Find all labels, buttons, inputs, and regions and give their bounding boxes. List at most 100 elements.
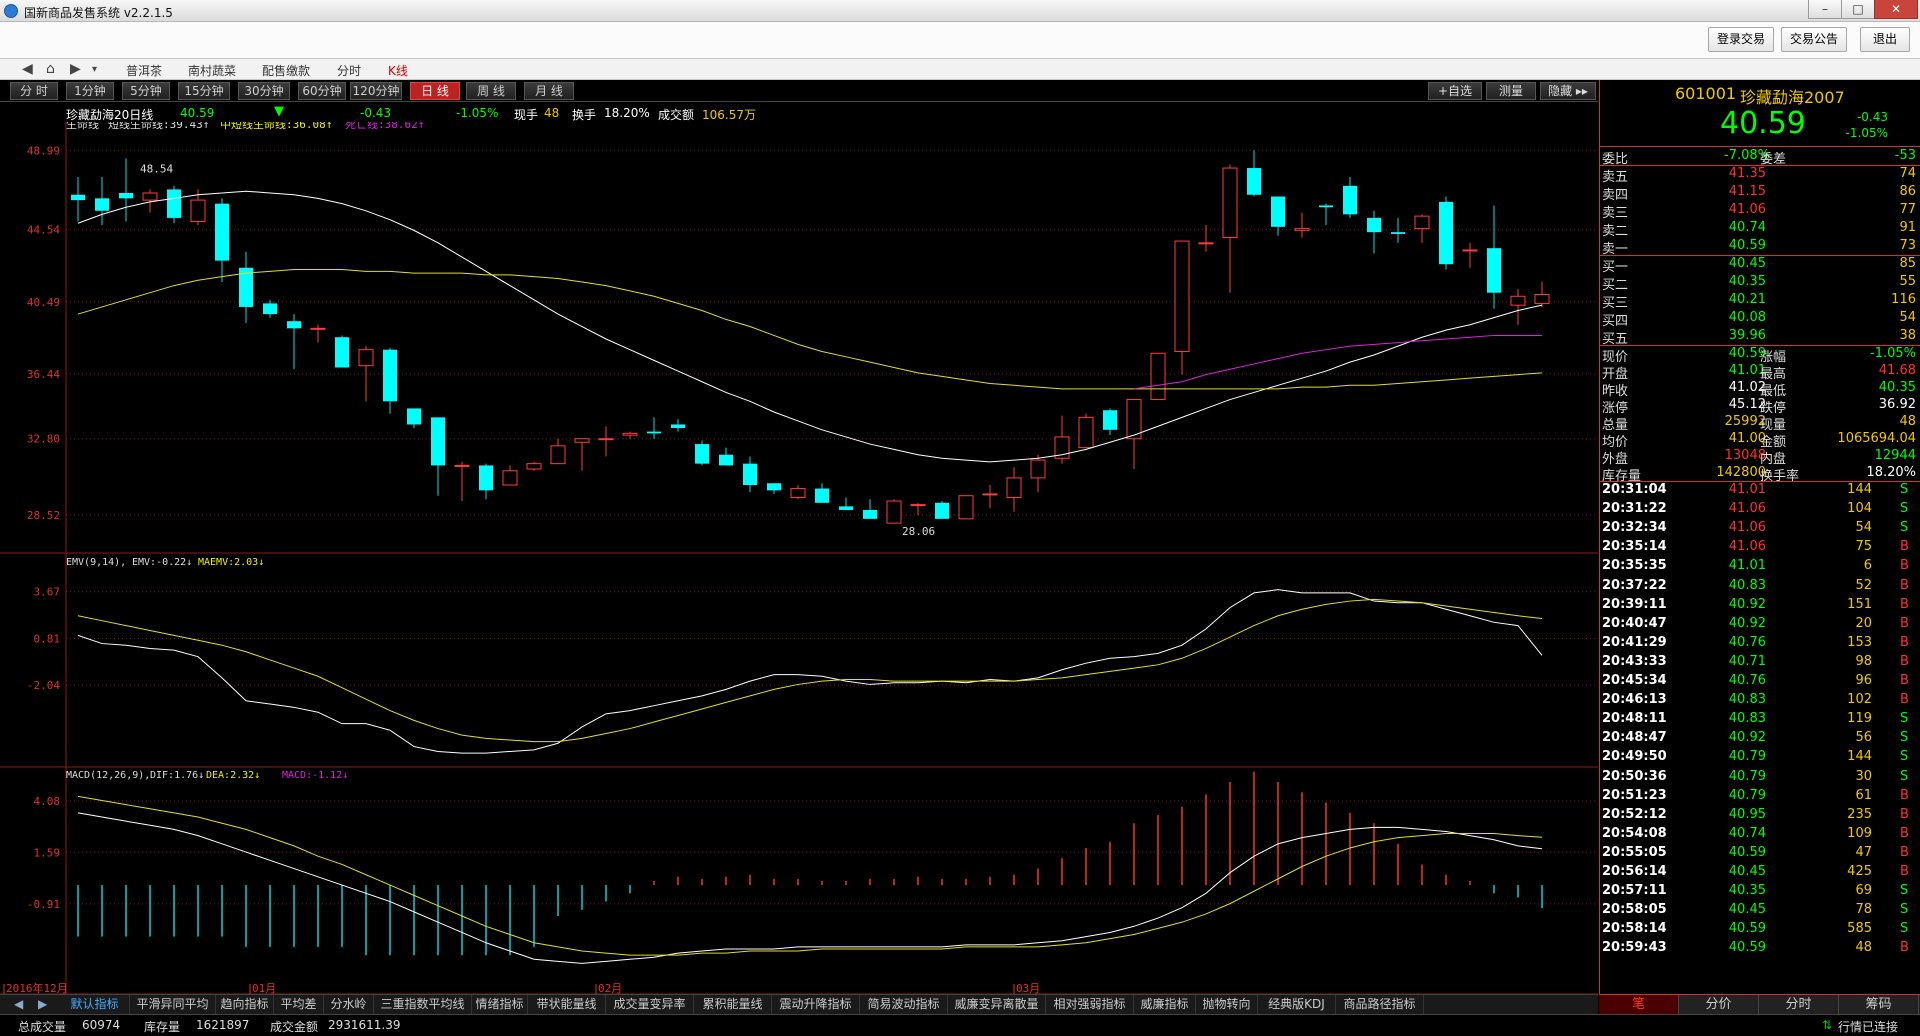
stat-value: 41.68 bbox=[1878, 363, 1916, 378]
bid-price: 40.45 bbox=[1728, 256, 1766, 271]
ask-label: 卖三 bbox=[1602, 206, 1629, 221]
candle-body bbox=[743, 463, 757, 486]
home-icon[interactable]: ⌂ bbox=[46, 61, 55, 77]
tick-price: 40.76 bbox=[1728, 634, 1766, 650]
tab-ticks[interactable]: 笔 bbox=[1599, 995, 1679, 1015]
indicator-tab[interactable]: 相对强弱指标 bbox=[1046, 995, 1134, 1015]
candle-body bbox=[1078, 416, 1094, 449]
tick-time: 20:40:47 bbox=[1602, 615, 1667, 631]
period-timeshare[interactable]: 分 时 bbox=[10, 82, 58, 100]
tick-price: 40.59 bbox=[1728, 921, 1766, 937]
tab-chips[interactable]: 筹码 bbox=[1839, 995, 1919, 1015]
candle-body bbox=[335, 337, 349, 368]
kline-chart-svg[interactable]: 生命线 短线生命线:39.43↑ 中短线生命线:36.08↑ 死亡线:38.62↑ EM… bbox=[0, 122, 1598, 1012]
info-amount-label: 成交额 bbox=[658, 108, 695, 122]
tick-price: 40.79 bbox=[1728, 768, 1766, 784]
period-30min[interactable]: 30分钟 bbox=[238, 82, 290, 100]
period-120min[interactable]: 120分钟 bbox=[350, 82, 402, 100]
indicator-tab[interactable]: 商品路径指标 bbox=[1336, 995, 1424, 1015]
minimize-button[interactable]: – bbox=[1808, 0, 1842, 19]
back-arrow-icon[interactable]: ◀ bbox=[22, 61, 33, 77]
candle-body bbox=[142, 192, 158, 201]
indicator-tab[interactable]: 震动升降指标 bbox=[772, 995, 860, 1015]
nav-tab-vegetables[interactable]: 南村蔬菜 bbox=[188, 62, 236, 79]
tick-vol: 78 bbox=[1855, 902, 1872, 918]
indicator-tab[interactable]: 成交量变异率 bbox=[606, 995, 694, 1015]
candle-body bbox=[1487, 248, 1501, 293]
tick-time: 20:32:34 bbox=[1602, 520, 1667, 536]
forward-arrow-icon[interactable]: ▶ bbox=[70, 61, 81, 77]
tick-row: 20:55:05 40.59 47 B bbox=[1600, 845, 1920, 861]
hide-panel-button[interactable]: 隐藏 ▸▸ bbox=[1540, 82, 1596, 100]
indicator-tab[interactable]: 带状能量线 bbox=[528, 995, 606, 1015]
indicator-tab[interactable]: 默认指标 bbox=[60, 995, 130, 1015]
scroll-left-icon[interactable]: ◀ bbox=[14, 997, 23, 1011]
candle-body bbox=[574, 438, 590, 443]
ask-row: 卖四 41.15 86 bbox=[1600, 184, 1920, 203]
info-price: 40.59 bbox=[180, 106, 215, 120]
indicator-tab[interactable]: 分水岭 bbox=[324, 995, 374, 1015]
tick-vol: 56 bbox=[1855, 730, 1872, 746]
period-60min[interactable]: 60分钟 bbox=[298, 82, 346, 100]
tab-price-dist[interactable]: 分价 bbox=[1679, 995, 1759, 1015]
close-button[interactable]: ✕ bbox=[1874, 0, 1918, 19]
scroll-right-icon[interactable]: ▶ bbox=[38, 997, 47, 1011]
tick-time: 20:39:11 bbox=[1602, 596, 1667, 612]
login-trade-button[interactable]: 登录交易 bbox=[1708, 27, 1775, 52]
indicator-tab[interactable]: 威廉指标 bbox=[1134, 995, 1196, 1015]
period-15min[interactable]: 15分钟 bbox=[178, 82, 230, 100]
nav-tab-allotment[interactable]: 配售缴款 bbox=[262, 62, 310, 79]
nav-tab-kline[interactable]: K线 bbox=[388, 62, 408, 79]
period-daily[interactable]: 日 线 bbox=[410, 82, 460, 100]
indicator-tab[interactable]: 抛物转向 bbox=[1196, 995, 1258, 1015]
stat-value: 12944 bbox=[1874, 448, 1916, 463]
indicator-tab[interactable]: 三重指数平均线 bbox=[374, 995, 472, 1015]
maximize-button[interactable]: □ bbox=[1841, 0, 1875, 19]
total-vol-label: 总成交量 bbox=[18, 1020, 67, 1034]
bid-vol: 116 bbox=[1891, 292, 1916, 307]
tick-time: 20:52:12 bbox=[1602, 806, 1667, 822]
tick-row: 20:51:23 40.79 61 B bbox=[1600, 788, 1920, 804]
indicator-tab[interactable]: 简易波动指标 bbox=[860, 995, 948, 1015]
y-tick-label: 1.59 bbox=[34, 846, 61, 859]
period-weekly[interactable]: 周 线 bbox=[466, 82, 516, 100]
tick-side: S bbox=[1900, 520, 1909, 536]
period-monthly[interactable]: 月 线 bbox=[524, 82, 574, 100]
indicator-tab[interactable]: 威廉变异离散量 bbox=[948, 995, 1046, 1015]
indicator-tab[interactable]: 经典版KDJ bbox=[1258, 995, 1336, 1015]
nav-tab-puer[interactable]: 普洱茶 bbox=[126, 62, 162, 79]
period-1min[interactable]: 1分钟 bbox=[66, 82, 114, 100]
tick-row: 20:57:11 40.35 69 S bbox=[1600, 883, 1920, 899]
candle-body bbox=[287, 321, 301, 329]
top-toolbar: 登录交易 交易公告 退出 bbox=[0, 22, 1920, 59]
indicator-tab[interactable]: 平滑异同平均 bbox=[130, 995, 216, 1015]
dropdown-icon[interactable]: ▾ bbox=[92, 64, 97, 75]
indicator-tab[interactable]: 累积能量线 bbox=[694, 995, 772, 1015]
ask-row: 卖五 41.35 74 bbox=[1600, 166, 1920, 185]
stat-value: 41.00 bbox=[1728, 431, 1766, 446]
bid-vol: 38 bbox=[1899, 328, 1916, 343]
tick-price: 40.59 bbox=[1728, 844, 1766, 860]
last-change: -0.43 bbox=[1856, 110, 1888, 124]
candle-body bbox=[431, 417, 445, 466]
tick-price: 41.06 bbox=[1728, 539, 1766, 555]
info-turn: 18.20% bbox=[604, 106, 650, 120]
add-watchlist-button[interactable]: +自选 bbox=[1428, 82, 1482, 100]
y-tick-label: -2.04 bbox=[27, 679, 60, 692]
ask-label: 卖四 bbox=[1602, 188, 1629, 203]
indicator-tab[interactable]: 平均差 bbox=[274, 995, 324, 1015]
tick-price: 41.06 bbox=[1728, 520, 1766, 536]
exit-button[interactable]: 退出 bbox=[1860, 27, 1910, 52]
period-5min[interactable]: 5分钟 bbox=[122, 82, 170, 100]
ask-price: 41.15 bbox=[1728, 184, 1766, 199]
indicator-tab[interactable]: 情绪指标 bbox=[472, 995, 528, 1015]
tick-vol: 153 bbox=[1847, 634, 1872, 650]
trade-notice-button[interactable]: 交易公告 bbox=[1781, 27, 1848, 52]
stat-row: 现价 40.59 涨幅 -1.05% bbox=[1600, 346, 1920, 365]
nav-tab-timeshare[interactable]: 分时 bbox=[337, 62, 361, 79]
measure-button[interactable]: 测量 bbox=[1486, 82, 1536, 100]
tab-timeshare[interactable]: 分时 bbox=[1759, 995, 1839, 1015]
ask-price: 41.06 bbox=[1728, 202, 1766, 217]
indicator-tab[interactable]: 趋向指标 bbox=[216, 995, 274, 1015]
ask-price: 40.74 bbox=[1728, 220, 1766, 235]
